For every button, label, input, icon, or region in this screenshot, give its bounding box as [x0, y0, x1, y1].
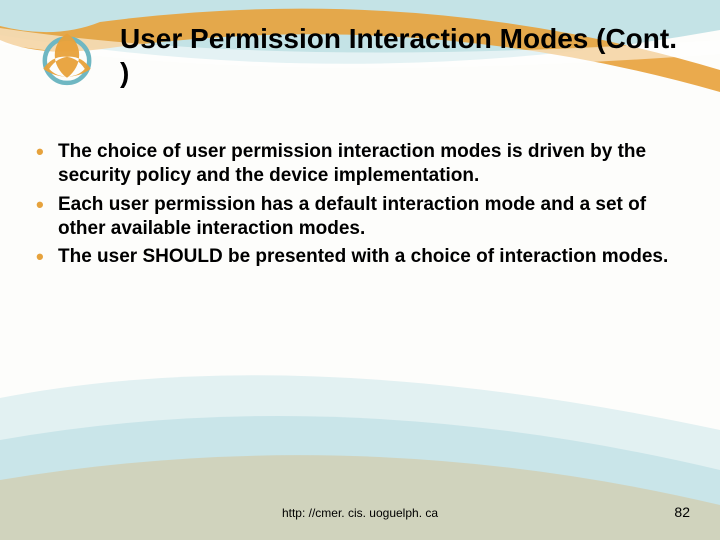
- slide-title: User Permission Interaction Modes (Cont.…: [120, 22, 680, 89]
- slide-logo-icon: [30, 20, 104, 94]
- bullet-list: The choice of user permission interactio…: [30, 140, 670, 270]
- slide-body: The choice of user permission interactio…: [30, 140, 670, 274]
- list-item: The choice of user permission interactio…: [30, 140, 670, 189]
- slide: User Permission Interaction Modes (Cont.…: [0, 0, 720, 540]
- footer-url: http: //cmer. cis. uoguelph. ca: [0, 506, 720, 520]
- page-number: 82: [674, 504, 690, 520]
- list-item: Each user permission has a default inter…: [30, 193, 670, 242]
- list-item: The user SHOULD be presented with a choi…: [30, 245, 670, 269]
